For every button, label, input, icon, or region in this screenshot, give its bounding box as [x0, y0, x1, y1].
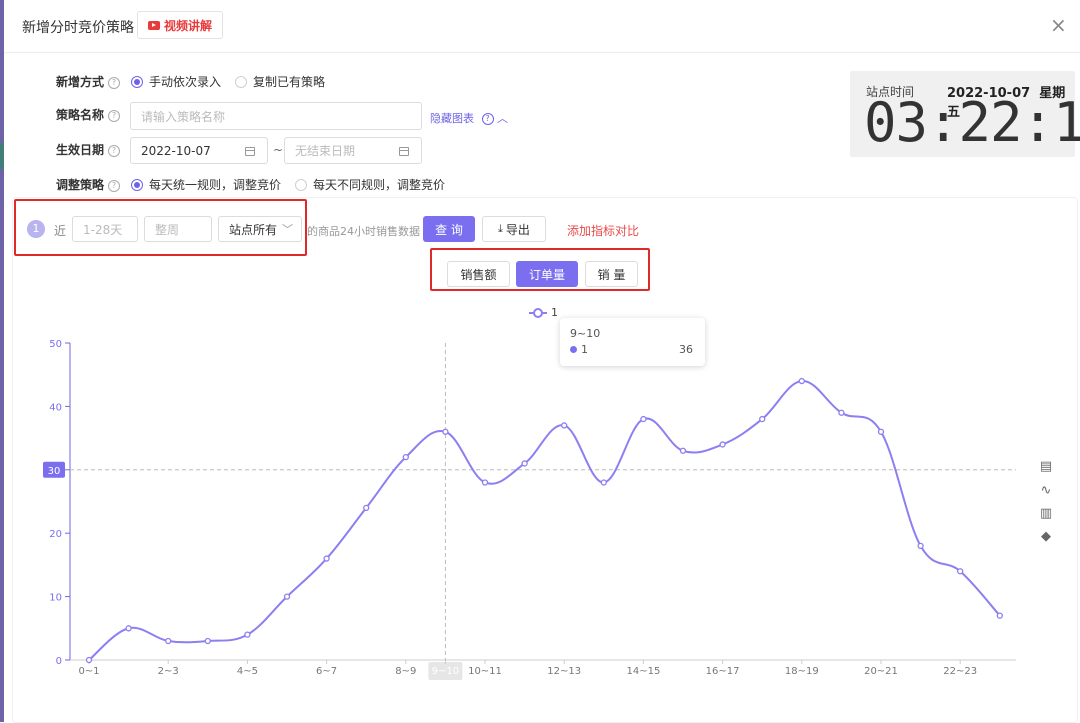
- data-point: [204, 637, 211, 645]
- data-point: [85, 656, 93, 664]
- data-point: [719, 441, 726, 448]
- data-point: [165, 637, 172, 645]
- tooltip-series-name: 1: [581, 343, 588, 356]
- tooltip-value: 36: [679, 343, 693, 356]
- data-view-icon[interactable]: ▤: [1038, 459, 1054, 475]
- x-tick-label: 14~15: [626, 666, 660, 677]
- bar-chart-icon[interactable]: ▥: [1038, 506, 1054, 522]
- data-point: [323, 555, 330, 562]
- tooltip-title: 9~10: [570, 327, 601, 340]
- data-point: [244, 631, 251, 638]
- x-tick-label: 2~3: [158, 666, 179, 677]
- y-tick-label: 50: [49, 339, 62, 350]
- data-point: [917, 542, 924, 550]
- data-point: [402, 453, 409, 461]
- data-point: [640, 415, 647, 423]
- x-tick-label: 0~1: [78, 666, 99, 677]
- data-point: [798, 377, 805, 385]
- data-point: [481, 479, 489, 486]
- x-tick-label: 10~11: [468, 666, 502, 677]
- data-point: [283, 593, 291, 600]
- x-tick-label: 6~7: [316, 666, 337, 677]
- chart-tooltip: 9~10 1 36: [560, 318, 705, 366]
- x-tick-label: 18~19: [785, 666, 819, 677]
- data-point: [957, 568, 964, 575]
- reference-value-label: 30: [48, 466, 61, 477]
- y-tick-label: 40: [49, 402, 62, 413]
- data-point: [442, 428, 449, 435]
- y-tick-label: 0: [56, 656, 62, 667]
- x-tick-label: 16~17: [706, 666, 740, 677]
- data-point: [838, 409, 845, 416]
- data-point: [521, 460, 528, 467]
- x-tick-label: 9~10: [432, 666, 459, 677]
- stack-icon[interactable]: ◆: [1038, 529, 1054, 545]
- data-point: [125, 625, 132, 632]
- data-point: [363, 504, 370, 511]
- x-tick-label: 8~9: [395, 666, 416, 677]
- data-point: [996, 612, 1003, 619]
- data-point: [561, 422, 568, 429]
- data-point: [600, 479, 607, 486]
- y-tick-label: 10: [49, 593, 62, 604]
- x-tick-label: 22~23: [943, 666, 977, 677]
- x-tick-label: 20~21: [864, 666, 898, 677]
- x-tick-label: 12~13: [547, 666, 581, 677]
- hourly-order-chart: 01020304050300~12~34~56~78~99~1010~1112~…: [43, 339, 1016, 680]
- data-point: [877, 428, 885, 435]
- data-point: [759, 415, 766, 423]
- data-point: [679, 447, 687, 454]
- y-tick-label: 20: [49, 529, 62, 540]
- tooltip-series-dot: [570, 346, 577, 353]
- x-tick-label: 4~5: [237, 666, 258, 677]
- line-chart-icon[interactable]: ∿: [1038, 483, 1054, 499]
- series-line: [88, 380, 1001, 661]
